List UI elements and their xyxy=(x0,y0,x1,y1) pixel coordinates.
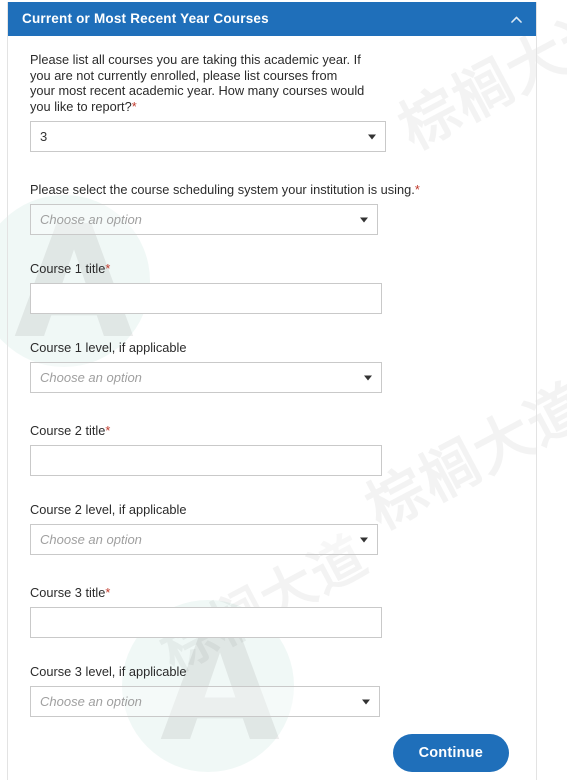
course-2-level-placeholder: Choose an option xyxy=(40,532,142,547)
course-3-title-group: Course 3 title* xyxy=(8,585,536,638)
chevron-down-icon xyxy=(368,134,376,139)
chevron-down-icon xyxy=(364,375,372,380)
scheduling-system-group: Please select the course scheduling syst… xyxy=(8,182,536,235)
chevron-down-icon xyxy=(360,537,368,542)
course-panel: Current or Most Recent Year Courses Plea… xyxy=(7,2,537,780)
required-asterisk: * xyxy=(131,98,137,114)
course-3-title-label: Course 3 title* xyxy=(30,585,536,601)
required-asterisk: * xyxy=(414,182,420,197)
course-2-level-label: Course 2 level, if applicable xyxy=(30,502,187,517)
scheduling-system-placeholder: Choose an option xyxy=(40,212,142,227)
required-asterisk: * xyxy=(105,423,111,438)
course-count-select[interactable]: 3 xyxy=(30,121,386,152)
course-1-title-input[interactable] xyxy=(30,283,382,314)
chevron-up-icon[interactable] xyxy=(509,12,523,26)
course-1-title-label: Course 1 title* xyxy=(30,261,536,277)
course-3-title-input[interactable] xyxy=(30,607,382,638)
panel-footer: Continue xyxy=(8,717,536,780)
panel-body: Please list all courses you are taking t… xyxy=(8,36,536,780)
panel-title: Current or Most Recent Year Courses xyxy=(22,11,269,27)
scheduling-system-label-text: Please select the course scheduling syst… xyxy=(30,182,415,197)
panel-header[interactable]: Current or Most Recent Year Courses xyxy=(8,2,536,36)
intro-question-text: Please list all courses you are taking t… xyxy=(30,52,365,114)
intro-question-label: Please list all courses you are taking t… xyxy=(30,52,365,114)
course-1-level-placeholder: Choose an option xyxy=(40,370,142,385)
required-asterisk: * xyxy=(105,585,111,600)
course-3-title-label-text: Course 3 title xyxy=(30,585,106,600)
form-screen: A A 棕榈大道 棕榈大道 棕榈大道 Current or Most Recen… xyxy=(0,0,567,780)
scheduling-system-select[interactable]: Choose an option xyxy=(30,204,378,235)
course-1-title-label-text: Course 1 title xyxy=(30,261,106,276)
required-asterisk: * xyxy=(105,261,111,276)
scheduling-system-label: Please select the course scheduling syst… xyxy=(30,182,536,198)
course-1-level-group: Course 1 level, if applicable Choose an … xyxy=(8,340,536,393)
course-1-level-select[interactable]: Choose an option xyxy=(30,362,382,393)
course-3-level-group: Course 3 level, if applicable Choose an … xyxy=(8,664,536,717)
chevron-down-icon xyxy=(360,217,368,222)
course-3-level-label: Course 3 level, if applicable xyxy=(30,664,187,679)
course-2-title-group: Course 2 title* xyxy=(8,423,536,476)
course-2-level-group: Course 2 level, if applicable Choose an … xyxy=(8,502,536,555)
course-1-level-label: Course 1 level, if applicable xyxy=(30,340,187,355)
course-count-value: 3 xyxy=(40,129,48,144)
course-1-title-group: Course 1 title* xyxy=(8,261,536,314)
course-2-level-select[interactable]: Choose an option xyxy=(30,524,378,555)
course-2-title-label: Course 2 title* xyxy=(30,423,536,439)
course-3-level-placeholder: Choose an option xyxy=(40,694,142,709)
course-3-level-select[interactable]: Choose an option xyxy=(30,686,380,717)
course-count-group: Please list all courses you are taking t… xyxy=(8,52,536,152)
course-2-title-label-text: Course 2 title xyxy=(30,423,106,438)
course-2-title-input[interactable] xyxy=(30,445,382,476)
chevron-down-icon xyxy=(362,699,370,704)
continue-button[interactable]: Continue xyxy=(392,734,509,772)
